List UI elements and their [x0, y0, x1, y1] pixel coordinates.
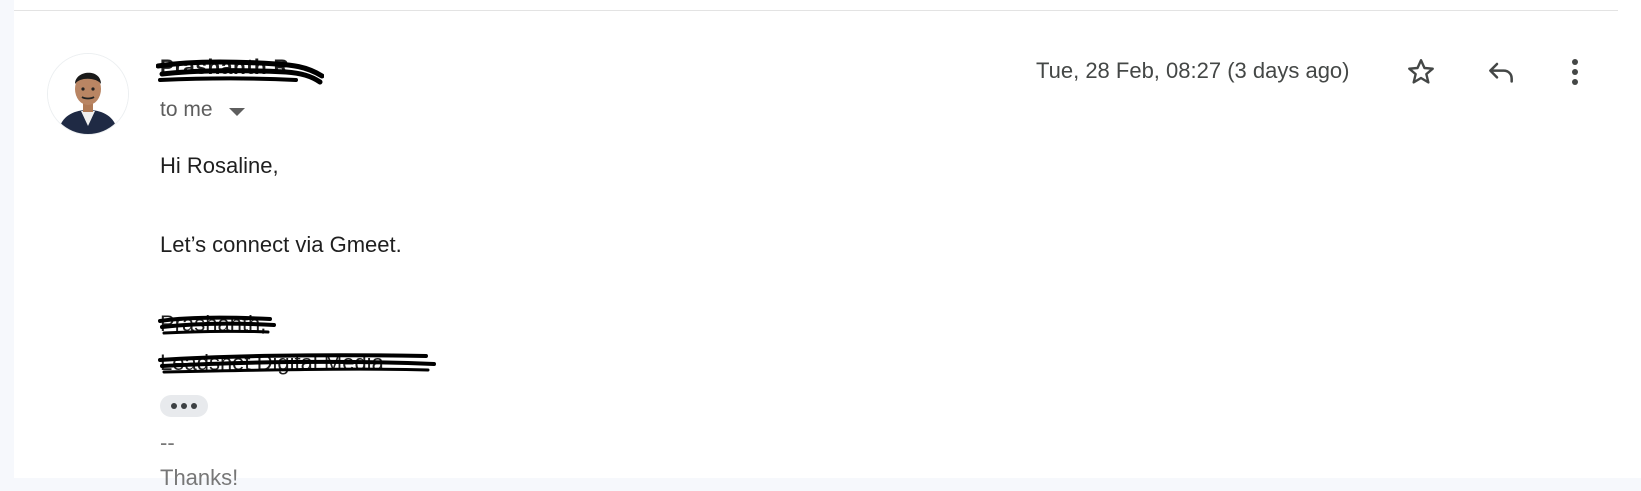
- ellipsis-icon-dot: [181, 403, 187, 409]
- reply-icon: [1489, 62, 1513, 83]
- caret-down-icon: [228, 108, 245, 116]
- greeting-text: Hi Rosaline,: [160, 153, 279, 178]
- message-date: Tue, 28 Feb, 08:27 (3 days ago): [1036, 58, 1350, 83]
- star-icon: [1408, 59, 1434, 84]
- more-vert-icon: [1572, 59, 1578, 85]
- sender-name[interactable]: Prashanth R: [160, 56, 289, 80]
- ellipsis-icon-dot: [171, 403, 177, 409]
- star-button[interactable]: [1401, 52, 1441, 92]
- reply-button[interactable]: [1481, 52, 1521, 92]
- top-divider: [14, 10, 1618, 11]
- ellipsis-icon-dot: [191, 403, 197, 409]
- signature-name-text: Prashanth,: [160, 311, 267, 336]
- message-body-text: Let’s connect via Gmeet.: [160, 232, 402, 257]
- signature-separator: --: [160, 430, 175, 455]
- recipient-label: to me: [160, 98, 213, 121]
- recipient-details-toggle[interactable]: to me: [160, 98, 245, 122]
- sender-row: Prashanth R: [156, 56, 324, 86]
- more-options-button[interactable]: [1560, 52, 1590, 92]
- signature-name: Prashanth,: [158, 311, 276, 337]
- sender-avatar[interactable]: [47, 53, 129, 135]
- signature-company-text: Leadsnet Digital Media: [160, 350, 384, 375]
- closing-text: Thanks!: [160, 465, 239, 490]
- show-trimmed-content-button[interactable]: [160, 395, 208, 417]
- signature-company: Leadsnet Digital Media: [158, 350, 436, 376]
